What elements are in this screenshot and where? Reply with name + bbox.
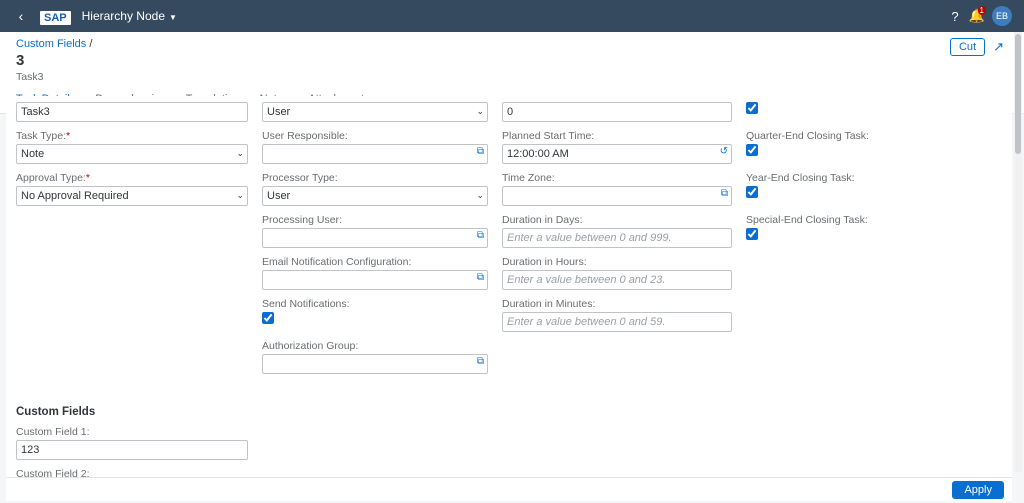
processor-type-label: Processor Type: [262, 172, 488, 184]
auth-group-input[interactable] [262, 354, 488, 374]
user-responsible-label: User Responsible: [262, 130, 488, 142]
column-2: ⌄ User Responsible: ⧉ Processor Type: ⌄ … [262, 102, 488, 382]
approval-type-label: Approval Type:* [16, 172, 248, 184]
task-name-input[interactable] [16, 102, 248, 122]
send-notifications-checkbox[interactable] [262, 312, 274, 324]
bell-icon[interactable]: 🔔1 [966, 8, 988, 24]
quarter-end-checkbox[interactable] [746, 144, 758, 156]
breadcrumb-link[interactable]: Custom Fields [16, 38, 86, 50]
shell-header: ‹ SAP Hierarchy Node ▼ ? 🔔1 EB [0, 0, 1024, 32]
processor-type-select[interactable] [262, 186, 488, 206]
value-help-icon[interactable]: ⧉ [477, 230, 484, 241]
cut-button[interactable]: Cut [950, 38, 985, 56]
history-icon[interactable]: ↺ [720, 146, 728, 157]
email-config-input[interactable] [262, 270, 488, 290]
chevron-down-icon[interactable]: ⌄ [476, 190, 484, 201]
chevron-down-icon: ▼ [169, 13, 177, 22]
processing-user-input[interactable] [262, 228, 488, 248]
breadcrumb: Custom Fields / [16, 38, 1008, 50]
column-1: Task Type:* ⌄ Approval Type:* ⌄ [16, 102, 248, 382]
special-end-checkbox[interactable] [746, 228, 758, 240]
planned-start-input[interactable] [502, 144, 732, 164]
planned-start-label: Planned Start Time: [502, 130, 732, 142]
month-end-checkbox[interactable] [746, 102, 758, 114]
task-type-select[interactable] [16, 144, 248, 164]
duration-days-input[interactable] [502, 228, 732, 248]
duration-days-label: Duration in Days: [502, 214, 732, 226]
scrollbar-thumb[interactable] [1015, 34, 1021, 154]
sap-logo: SAP [40, 8, 72, 24]
back-button[interactable]: ‹ [12, 8, 30, 24]
header-actions: Cut ↗ [950, 38, 1004, 56]
duration-hours-input[interactable] [502, 270, 732, 290]
quarter-end-label: Quarter-End Closing Task: [746, 130, 906, 142]
task-type-label: Task Type:* [16, 130, 248, 142]
page-title: 3 [16, 52, 1008, 69]
time-zone-input[interactable] [502, 186, 732, 206]
offset-input[interactable] [502, 102, 732, 122]
year-end-label: Year-End Closing Task: [746, 172, 906, 184]
logo-text: SAP [40, 11, 71, 25]
auth-group-label: Authorization Group: [262, 340, 488, 352]
processing-user-label: Processing User: [262, 214, 488, 226]
popout-icon[interactable]: ↗ [993, 39, 1004, 55]
avatar[interactable]: EB [992, 6, 1012, 26]
duration-minutes-label: Duration in Minutes: [502, 298, 732, 310]
value-help-icon[interactable]: ⧉ [477, 146, 484, 157]
scrollbar[interactable] [1014, 32, 1022, 472]
apply-button[interactable]: Apply [952, 481, 1004, 499]
breadcrumb-sep: / [86, 38, 92, 50]
column-4: Quarter-End Closing Task: Year-End Closi… [746, 102, 906, 382]
chevron-down-icon[interactable]: ⌄ [236, 190, 244, 201]
duration-hours-label: Duration in Hours: [502, 256, 732, 268]
send-notifications-label: Send Notifications: [262, 298, 488, 310]
duration-minutes-input[interactable] [502, 312, 732, 332]
notification-badge: 1 [978, 6, 986, 15]
footer-bar: Apply [6, 477, 1012, 501]
email-config-label: Email Notification Configuration: [262, 256, 488, 268]
custom-fields-header: Custom Fields [16, 406, 1002, 418]
content-area: Task Type:* ⌄ Approval Type:* ⌄ ⌄ User R… [6, 96, 1012, 479]
owner-type-select[interactable] [262, 102, 488, 122]
value-help-icon[interactable]: ⧉ [721, 188, 728, 199]
value-help-icon[interactable]: ⧉ [477, 356, 484, 367]
value-help-icon[interactable]: ⧉ [477, 272, 484, 283]
help-icon[interactable]: ? [944, 9, 966, 24]
shell-title-text: Hierarchy Node [82, 9, 165, 23]
chevron-down-icon[interactable]: ⌄ [476, 106, 484, 117]
custom-field-1-label: Custom Field 1: [16, 426, 248, 438]
custom-field-1-input[interactable] [16, 440, 248, 460]
shell-title[interactable]: Hierarchy Node ▼ [82, 9, 177, 23]
approval-type-select[interactable] [16, 186, 248, 206]
avatar-text: EB [996, 11, 1008, 21]
column-3: Planned Start Time: ↺ Time Zone: ⧉ Durat… [502, 102, 732, 382]
time-zone-label: Time Zone: [502, 172, 732, 184]
special-end-label: Special-End Closing Task: [746, 214, 906, 226]
user-responsible-input[interactable] [262, 144, 488, 164]
year-end-checkbox[interactable] [746, 186, 758, 198]
chevron-down-icon[interactable]: ⌄ [236, 148, 244, 159]
page-subtitle: Task3 [16, 71, 1008, 83]
